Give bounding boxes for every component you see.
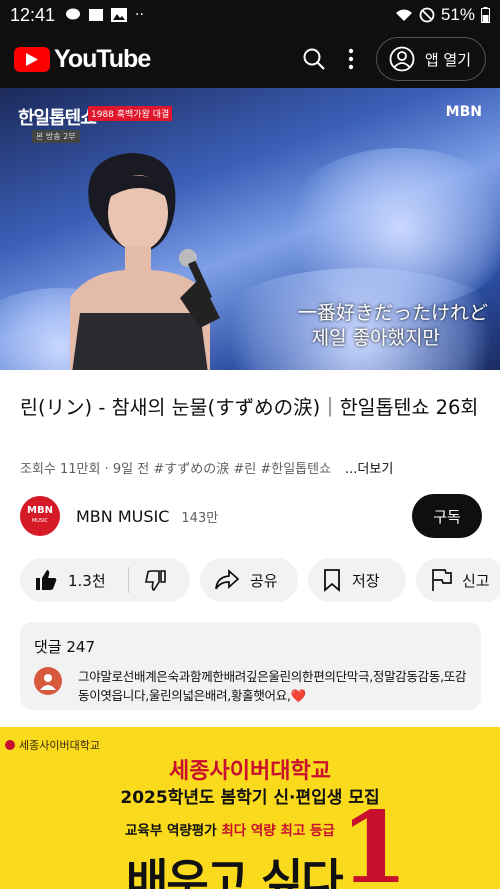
open-app-label: 앱 열기 bbox=[424, 50, 471, 69]
top-comment: 그야말로선배계은숙과함께한배려깊은울린의한편의단막극,정말감동감동,또감동이엿읍… bbox=[34, 667, 467, 705]
list-icon bbox=[89, 9, 104, 21]
report-label: 신고 bbox=[462, 571, 490, 590]
video-meta[interactable]: 조회수 11만회 · 9일 전 #すずめの涙 #린 #한일톱텐쇼 ...더보기 bbox=[20, 458, 393, 477]
like-dislike-group: 1.3천 bbox=[20, 558, 190, 602]
share-icon bbox=[215, 569, 240, 590]
save-label: 저장 bbox=[352, 571, 380, 590]
ad-brand: 세종사이버대학교 bbox=[4, 737, 100, 753]
channel-row: MBN MUSIC MBN MUSIC 143만 구독 bbox=[20, 494, 482, 538]
ad-big-text: 배우고 싶다 bbox=[126, 854, 344, 889]
logo-text: YouTube bbox=[54, 44, 151, 73]
dislike-icon[interactable] bbox=[143, 568, 167, 592]
comment-text: 그야말로선배계은숙과함께한배려깊은울린의한편의단막극,정말감동감동,또감동이엿읍… bbox=[78, 669, 467, 703]
show-name-badge: 한일톱텐쇼 bbox=[18, 108, 97, 129]
subtitle-korean: 제일 좋아했지만 bbox=[311, 327, 440, 349]
comments-header: 댓글 247 bbox=[34, 638, 95, 656]
ad-subheadline: 2025학년도 봄학기 신·편입생 모집 bbox=[120, 788, 380, 808]
search-icon[interactable] bbox=[302, 47, 326, 71]
video-title[interactable]: 린(リン) - 참새의 눈물(すずめの涙)｜한일톱텐쇼 26회 bbox=[20, 393, 480, 422]
report-button[interactable]: 신고 bbox=[416, 558, 500, 602]
account-icon bbox=[389, 46, 415, 72]
like-icon[interactable] bbox=[34, 568, 58, 592]
status-time: 12:41 bbox=[10, 4, 56, 25]
image-icon bbox=[111, 8, 128, 22]
commenter-avatar-icon bbox=[34, 667, 62, 695]
comments-panel[interactable]: 댓글 247 그야말로선배계은숙과함께한배려깊은울린의한편의단막극,정말감동감동… bbox=[20, 622, 481, 710]
bookmark-icon bbox=[324, 569, 340, 592]
notification-icons: ·· bbox=[65, 7, 144, 23]
video-player[interactable]: 한일톱텐쇼 1988 흑백가왕 대결 본 방송 2부 MBN 一番好きだったけれ… bbox=[0, 88, 500, 370]
more-link[interactable]: ...더보기 bbox=[345, 462, 393, 477]
university-emblem-icon bbox=[5, 740, 15, 750]
view-date-hashtags: 조회수 11만회 · 9일 전 #すずめの涙 #린 #한일톱텐쇼 bbox=[20, 462, 332, 477]
channel-avatar[interactable]: MBN MUSIC bbox=[20, 496, 60, 536]
youtube-logo[interactable]: YouTube bbox=[14, 44, 151, 74]
ad-headline: 세종사이버대학교 bbox=[169, 759, 331, 784]
network-logo: MBN bbox=[445, 104, 482, 120]
share-button[interactable]: 공유 bbox=[200, 558, 298, 602]
like-count[interactable]: 1.3천 bbox=[68, 570, 106, 591]
show-tag-badge: 1988 흑백가왕 대결 bbox=[88, 106, 173, 121]
play-logo-icon bbox=[14, 46, 50, 72]
subscriber-count: 143만 bbox=[181, 510, 219, 526]
youtube-header: YouTube 앱 열기 bbox=[0, 30, 500, 88]
save-button[interactable]: 저장 bbox=[308, 558, 406, 602]
action-bar: 1.3천 공유 저장 신고 bbox=[20, 558, 500, 602]
ad-tagline: 교육부 역량평가 최다 역량 최고 등급 bbox=[125, 823, 335, 839]
episode-tag-badge: 본 방송 2부 bbox=[32, 130, 80, 143]
chat-bubble-icon bbox=[66, 8, 81, 20]
more-vert-icon[interactable] bbox=[348, 48, 354, 70]
share-label: 공유 bbox=[250, 571, 278, 590]
like-divider bbox=[127, 567, 129, 593]
singer-figure bbox=[70, 153, 220, 370]
battery-icon bbox=[481, 7, 490, 23]
subscribe-button[interactable]: 구독 bbox=[412, 494, 482, 538]
ad-banner[interactable]: 세종사이버대학교 세종사이버대학교 2025학년도 봄학기 신·편입생 모집 교… bbox=[0, 727, 500, 889]
channel-name[interactable]: MBN MUSIC bbox=[76, 507, 169, 526]
open-app-button[interactable]: 앱 열기 bbox=[375, 37, 486, 81]
battery-percent: 51% bbox=[440, 5, 475, 24]
do-not-disturb-icon bbox=[419, 7, 435, 23]
status-bar: 12:41 ·· 51% bbox=[0, 0, 500, 30]
ad-rank-number: 1 bbox=[340, 791, 409, 889]
wifi-icon bbox=[395, 9, 412, 21]
subtitle-japanese: 一番好きだったけれど bbox=[297, 302, 488, 324]
more-notifications-icon: ·· bbox=[135, 7, 144, 23]
flag-icon bbox=[432, 569, 452, 591]
